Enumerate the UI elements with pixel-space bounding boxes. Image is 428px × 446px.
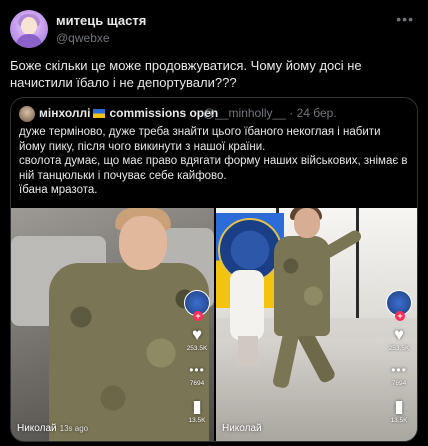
comment-count: 7694	[391, 380, 407, 387]
quoted-name-suffix: commissions open	[109, 106, 219, 120]
video-username[interactable]: Николай 13s ago	[17, 423, 88, 434]
video-thumbnail-1[interactable]: + ♥ 253.5K ••• 7694 ▮ 13.5K Николай 13s a…	[11, 208, 214, 441]
quoted-line: дуже терміново, дуже треба знайти цього …	[19, 126, 381, 153]
heart-icon[interactable]: ♥	[179, 326, 214, 344]
background-person	[230, 270, 264, 340]
like-count: 253.5K	[388, 345, 410, 352]
tweet[interactable]: митець щастя @qwebxe ••• Боже скільки це…	[0, 0, 428, 446]
avatar-face	[21, 17, 37, 35]
quoted-date: · 24 бер.	[289, 106, 337, 120]
comment-count: 7694	[189, 380, 205, 387]
author-avatar[interactable]	[10, 10, 48, 48]
bookmark-icon[interactable]: ▮	[381, 398, 417, 416]
comment-bubble-icon[interactable]: •••	[179, 361, 214, 379]
bookmark-icon[interactable]: ▮	[179, 398, 214, 416]
video-side-actions: + ♥ 253.5K ••• 7694 ▮ 13.5K	[381, 290, 417, 425]
like-count: 253.5K	[186, 345, 208, 352]
quoted-handle-date[interactable]: @__minholly__ · 24 бер.	[203, 106, 337, 120]
tweet-text: Боже скільки це може продовжуватися. Чом…	[10, 58, 362, 90]
username-text: Николай	[222, 423, 262, 434]
follow-plus-icon[interactable]: +	[395, 311, 405, 321]
more-horizontal-icon[interactable]: •••	[396, 11, 414, 27]
heart-icon[interactable]: ♥	[381, 326, 417, 344]
comment-bubble-icon[interactable]: •••	[381, 361, 417, 379]
avatar-body	[16, 34, 42, 48]
video-username[interactable]: Николай	[222, 423, 265, 434]
quoted-line: їбана мразота.	[19, 184, 98, 196]
video-thumbnail-2[interactable]: + ♥ 253.5K ••• 7694 ▮ 13.5K Николай	[216, 208, 417, 441]
follow-plus-icon[interactable]: +	[193, 311, 203, 321]
quoted-name: мінхоллі	[39, 106, 91, 120]
username-tag: 13s ago	[59, 424, 89, 433]
author-name[interactable]: митець щастя	[56, 13, 146, 28]
ukraine-flag-icon	[93, 109, 106, 118]
quoted-handle: @__minholly__	[203, 106, 286, 120]
quoted-line: сволота думає, що має право вдягати форм…	[19, 155, 408, 182]
background-person-legs	[238, 336, 258, 366]
save-count: 13.5K	[188, 417, 206, 424]
video-side-actions: + ♥ 253.5K ••• 7694 ▮ 13.5K	[179, 290, 214, 425]
save-count: 13.5K	[390, 417, 408, 424]
username-text: Николай	[17, 423, 57, 434]
quoted-tweet[interactable]: мінхоллі commissions open @__minholly__ ·…	[10, 97, 418, 442]
window-frame	[356, 208, 359, 318]
creator-avatar[interactable]: +	[184, 290, 210, 321]
quoted-avatar[interactable]	[19, 106, 35, 122]
person-head	[294, 208, 320, 238]
quoted-text: дуже терміново, дуже треба знайти цього …	[19, 125, 409, 198]
person-head	[119, 216, 167, 270]
author-handle[interactable]: @qwebxe	[56, 31, 110, 45]
quoted-author-name[interactable]: мінхоллі commissions open	[39, 106, 218, 120]
creator-avatar[interactable]: +	[386, 290, 412, 321]
